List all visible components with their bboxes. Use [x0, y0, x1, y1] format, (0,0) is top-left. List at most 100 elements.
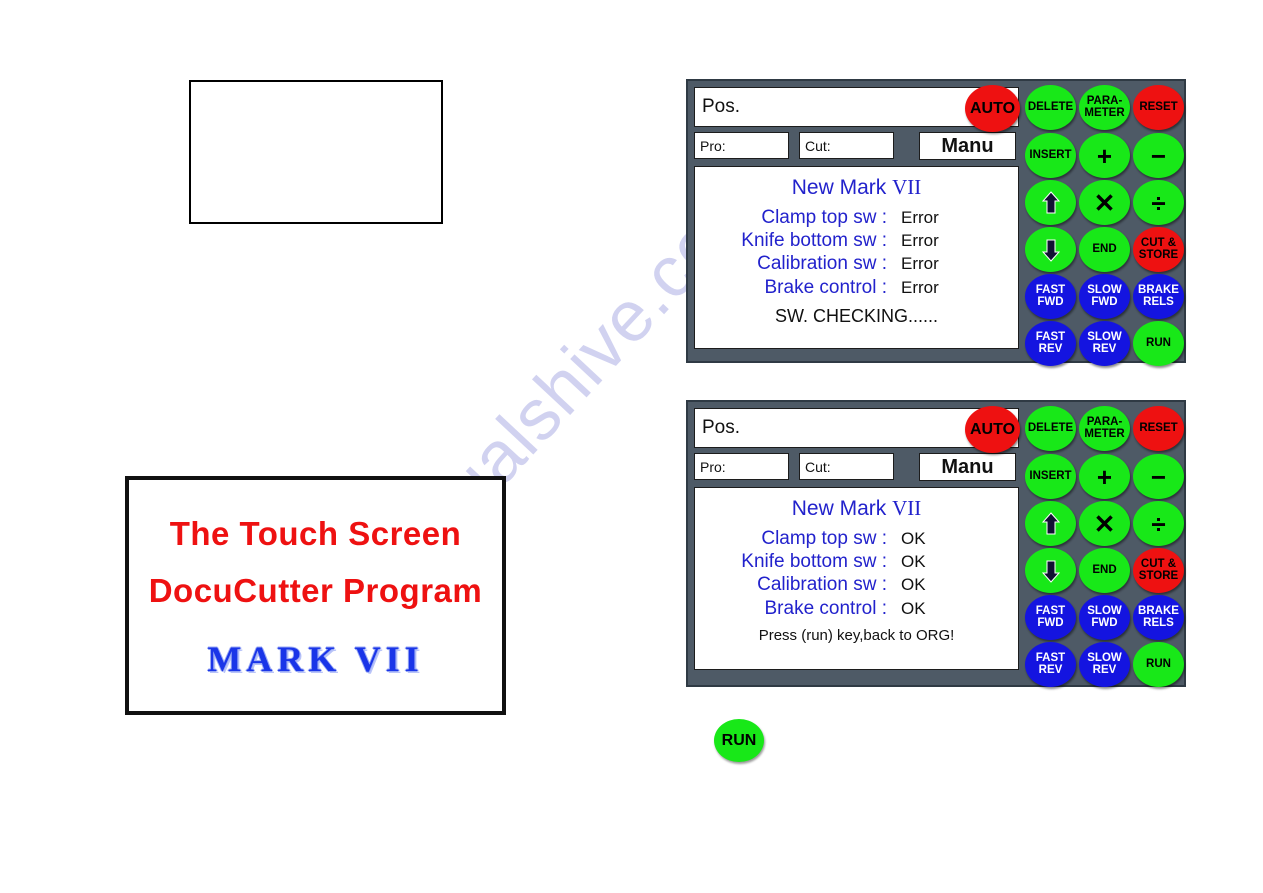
status-row: Clamp top sw : OK: [695, 527, 1008, 550]
arrow-up-button[interactable]: [1025, 501, 1076, 546]
cut-store-label-0: CUT &: [1140, 558, 1177, 570]
insert-button[interactable]: INSERT: [1025, 133, 1076, 178]
cut-field[interactable]: Cut:: [799, 453, 894, 480]
status-row: Brake control : OK: [695, 597, 1008, 620]
fast-fwd-button[interactable]: FAST FWD: [1025, 274, 1076, 319]
program-field[interactable]: Pro:: [694, 453, 789, 480]
fast-fwd-button[interactable]: FAST FWD: [1025, 595, 1076, 640]
slow-rev-button[interactable]: SLOW REV: [1079, 642, 1130, 687]
slow-fwd-button[interactable]: SLOW FWD: [1079, 274, 1130, 319]
parameter-label-0: PARA-: [1086, 95, 1123, 107]
status-label: Calibration sw :: [757, 253, 887, 275]
status-row: Calibration sw : Error: [695, 252, 1008, 275]
fast-fwd-label-0: FAST: [1035, 284, 1066, 296]
reset-label-0: RESET: [1139, 421, 1178, 434]
brake-rels-label-1: RELS: [1143, 295, 1174, 308]
cut-field[interactable]: Cut:: [799, 132, 894, 159]
fast-rev-button[interactable]: FAST REV: [1025, 321, 1076, 366]
status-row: Brake control : Error: [695, 276, 1008, 299]
status-label: Calibration sw :: [757, 574, 887, 596]
display-title-prefix: New Mark: [791, 176, 893, 199]
divide-label-0: ÷: [1151, 187, 1166, 218]
status-row: Clamp top sw : Error: [695, 206, 1008, 229]
slow-fwd-button[interactable]: SLOW FWD: [1079, 595, 1130, 640]
run-button[interactable]: RUN: [1133, 321, 1184, 366]
delete-button[interactable]: DELETE: [1025, 85, 1076, 130]
status-row: Calibration sw : OK: [695, 573, 1008, 596]
slow-rev-button[interactable]: SLOW REV: [1079, 321, 1130, 366]
plus-button[interactable]: +: [1079, 454, 1130, 499]
brake-rels-button[interactable]: BRAKE RELS: [1133, 595, 1184, 640]
status-display: New Mark VII Clamp top sw : OK Knife bottom…: [694, 487, 1019, 670]
auto-button[interactable]: AUTO: [965, 406, 1020, 453]
reset-button[interactable]: RESET: [1133, 406, 1184, 451]
status-value: Error: [901, 277, 939, 297]
controller-panel: Pos. Pro: Cut: New Mark VII Clamp top sw : OK…: [686, 400, 1186, 687]
fast-rev-button[interactable]: FAST REV: [1025, 642, 1076, 687]
status-value: Error: [901, 254, 939, 274]
fast-rev-label-1: REV: [1038, 342, 1063, 355]
empty-figure-box: [189, 80, 443, 224]
slow-fwd-label-1: FWD: [1091, 295, 1118, 308]
arrow-up-icon: [1041, 190, 1061, 215]
status-value: OK: [901, 529, 926, 548]
status-list: Clamp top sw : OK Knife bottom sw : OK Calib…: [695, 527, 1018, 620]
status-value: OK: [901, 552, 926, 572]
display-title: New Mark VII: [792, 175, 922, 200]
auto-button[interactable]: AUTO: [965, 85, 1020, 132]
insert-button[interactable]: INSERT: [1025, 454, 1076, 499]
screen-column: Pos. Pro: Cut: New Mark VII Clamp top sw : Er…: [694, 87, 1019, 349]
position-field-label: Pos.: [702, 417, 741, 438]
program-field[interactable]: Pro:: [694, 132, 789, 159]
mode-button[interactable]: Manu: [919, 453, 1016, 481]
multiply-button[interactable]: ✕: [1079, 180, 1130, 225]
parameter-label-0: PARA-: [1086, 416, 1123, 428]
arrow-down-button[interactable]: [1025, 227, 1076, 272]
divide-button[interactable]: ÷: [1133, 180, 1184, 225]
status-label: Clamp top sw :: [761, 528, 887, 549]
multiply-button[interactable]: ✕: [1079, 501, 1130, 546]
run-button[interactable]: RUN: [1133, 642, 1184, 687]
fast-fwd-label-1: FWD: [1037, 295, 1064, 308]
fast-fwd-label-0: FAST: [1035, 605, 1066, 617]
standalone-run-button[interactable]: RUN: [714, 719, 764, 762]
screen-column: Pos. Pro: Cut: New Mark VII Clamp top sw : OK…: [694, 408, 1019, 670]
splash-title-line-1: The Touch Screen: [169, 514, 462, 552]
fast-rev-label-0: FAST: [1035, 331, 1066, 343]
status-display: New Mark VII Clamp top sw : Error Knife bot…: [694, 166, 1019, 349]
display-title-prefix: New Mark: [791, 497, 893, 520]
arrow-up-icon: [1041, 511, 1061, 536]
plus-button[interactable]: +: [1079, 133, 1130, 178]
splash-screen-box: The Touch Screen DocuCutter Program MARK…: [125, 476, 506, 715]
fast-rev-label-1: REV: [1038, 663, 1063, 676]
cut-store-label-1: STORE: [1138, 569, 1179, 582]
controller-panel: Pos. Pro: Cut: New Mark VII Clamp top sw : Er…: [686, 79, 1186, 366]
cut-store-button[interactable]: CUT & STORE: [1133, 227, 1184, 272]
minus-button[interactable]: −: [1133, 454, 1184, 499]
end-button[interactable]: END: [1079, 227, 1130, 272]
cut-field-label: Cut:: [805, 137, 831, 154]
fast-rev-label-0: FAST: [1035, 652, 1066, 664]
display-footer: Press (run) key,back to ORG!: [758, 626, 955, 644]
cut-store-button[interactable]: CUT & STORE: [1133, 548, 1184, 593]
minus-button[interactable]: −: [1133, 133, 1184, 178]
divide-button[interactable]: ÷: [1133, 501, 1184, 546]
cut-store-label-0: CUT &: [1140, 237, 1177, 249]
delete-button[interactable]: DELETE: [1025, 406, 1076, 451]
run-label-0: RUN: [1146, 336, 1171, 349]
program-field-label: Pro:: [700, 137, 726, 154]
program-field-label: Pro:: [700, 458, 726, 475]
end-button[interactable]: END: [1079, 548, 1130, 593]
parameter-button[interactable]: PARA- METER: [1079, 406, 1130, 451]
brake-rels-button[interactable]: BRAKE RELS: [1133, 274, 1184, 319]
multiply-label-0: ✕: [1093, 187, 1116, 218]
multiply-label-0: ✕: [1093, 508, 1116, 539]
keypad: AUTO DELETE PARA- METER RESET INSERT + − ✕ ÷ END CU…: [965, 85, 1184, 366]
arrow-up-button[interactable]: [1025, 180, 1076, 225]
mode-button[interactable]: Manu: [919, 132, 1016, 160]
reset-button[interactable]: RESET: [1133, 85, 1184, 130]
brake-rels-label-0: BRAKE: [1138, 284, 1179, 296]
arrow-down-button[interactable]: [1025, 548, 1076, 593]
minus-label-0: −: [1150, 140, 1167, 171]
parameter-button[interactable]: PARA- METER: [1079, 85, 1130, 130]
